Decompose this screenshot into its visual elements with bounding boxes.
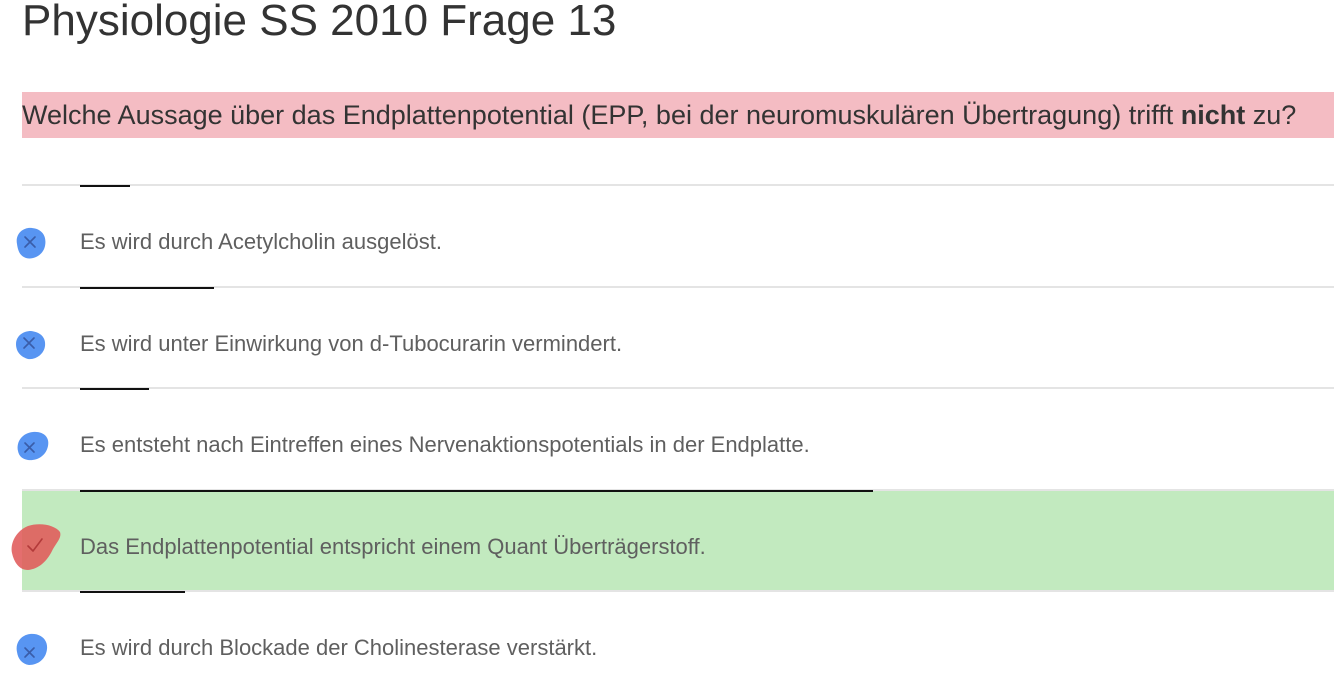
answer-option-4[interactable]: Das Endplattenpotential entspricht einem… (0, 488, 1334, 593)
answer-option-3[interactable]: Es entsteht nach Eintreffen eines Nerven… (0, 387, 1334, 489)
row-divider (22, 285, 1334, 288)
x-icon (10, 425, 52, 467)
answer-text: Das Endplattenpotential entspricht einem… (80, 533, 706, 559)
x-icon (10, 628, 52, 670)
answer-underline (80, 185, 130, 187)
answer-underline (80, 388, 149, 391)
answer-option-2[interactable]: Es wird unter Einwirkung von d-Tubocurar… (0, 285, 1334, 388)
answer-text: Es wird durch Blockade der Cholinesteras… (80, 635, 598, 661)
check-icon (6, 519, 66, 575)
quiz-page: Physiologie SS 2010 Frage 13 Welche Auss… (0, 0, 1334, 692)
row-divider (22, 387, 1334, 390)
row-divider (22, 590, 1334, 593)
question-emphasis: nicht (1180, 100, 1246, 130)
answer-underline (80, 591, 185, 594)
row-divider (22, 184, 1334, 186)
answer-underline (80, 286, 214, 289)
answer-text: Es wird unter Einwirkung von d-Tubocurar… (80, 330, 623, 356)
answer-text: Es wird durch Acetylcholin ausgelöst. (80, 229, 442, 254)
answer-option-5[interactable]: Es wird durch Blockade der Cholinesteras… (0, 590, 1334, 692)
answer-list: Es wird durch Acetylcholin ausgelöst. Es… (0, 184, 1334, 692)
question-text: Welche Aussage über das Endplattenpotent… (22, 92, 1334, 138)
page-title: Physiologie SS 2010 Frage 13 (22, 0, 617, 45)
answer-option-1[interactable]: Es wird durch Acetylcholin ausgelöst. (0, 184, 1334, 286)
answer-underline (80, 489, 873, 492)
answer-text: Es entsteht nach Eintreffen eines Nerven… (80, 432, 810, 458)
question-text-start: Welche Aussage über das Endplattenpotent… (22, 100, 1181, 130)
x-icon (10, 324, 52, 366)
x-icon (10, 222, 52, 264)
question-text-end: zu? (1245, 100, 1297, 130)
